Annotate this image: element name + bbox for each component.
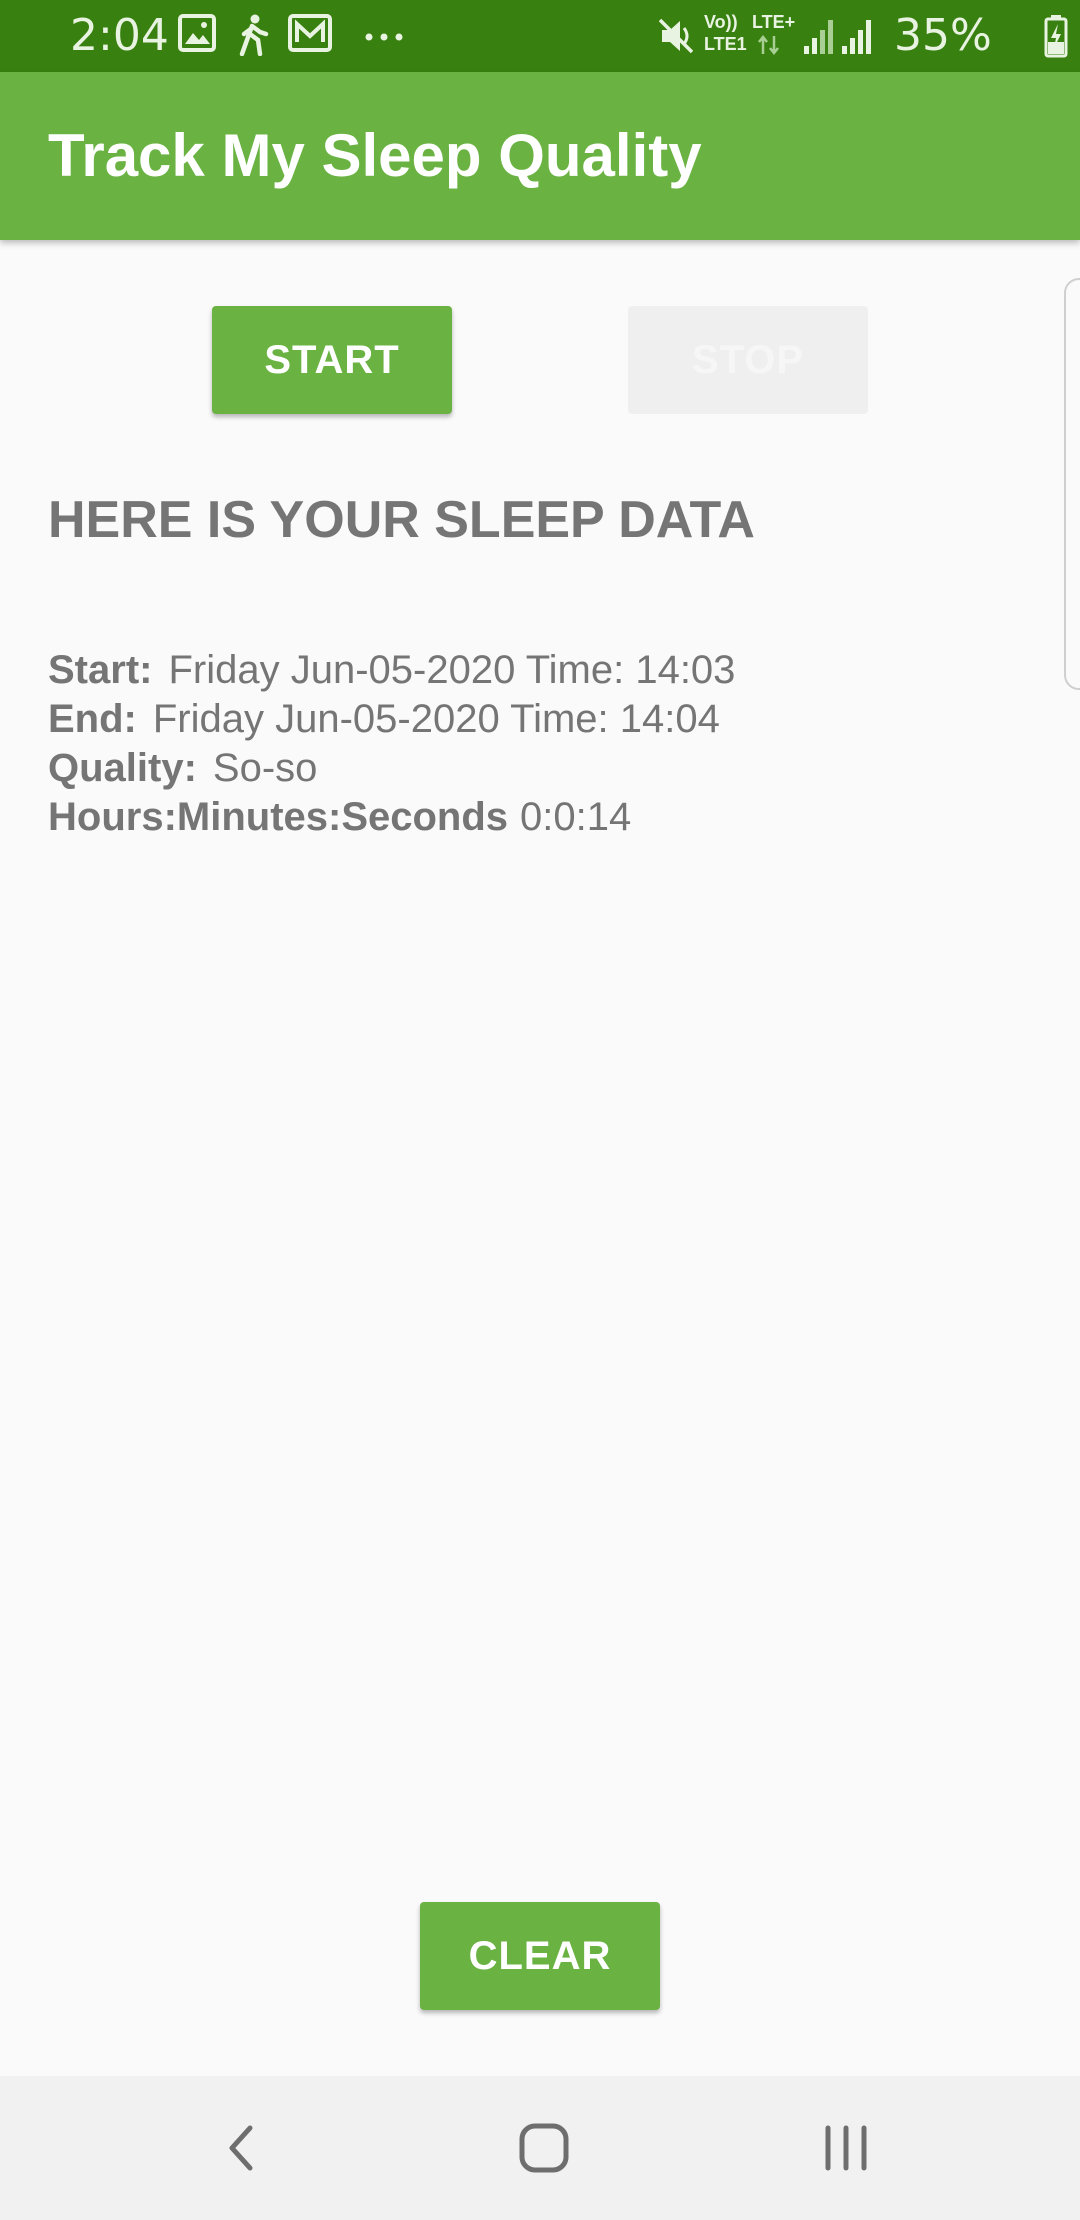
end-value: Friday Jun-05-2020 Time: 14:04: [152, 697, 720, 741]
more-icon: [365, 33, 403, 41]
sleep-data-start: Start: Friday Jun-05-2020 Time: 14:03: [48, 646, 735, 695]
signal-icon: [804, 20, 833, 54]
status-icons-right: Vo)) LTE1 LTE+: [640, 0, 1080, 72]
start-value: Friday Jun-05-2020 Time: 14:03: [168, 648, 736, 692]
quality-label: Quality:: [48, 746, 197, 790]
duration-value: 0:0:14: [520, 795, 632, 839]
walking-icon: [239, 14, 269, 56]
edge-panel-handle[interactable]: [1064, 278, 1080, 690]
navigation-bar: [0, 2076, 1080, 2220]
app-title: Track My Sleep Quality: [48, 122, 702, 189]
sleep-data-quality: Quality: So-so: [48, 744, 735, 793]
battery-percent: 35%: [894, 10, 992, 61]
signal-icon: [842, 20, 871, 54]
duration-label: Hours:Minutes:Seconds: [48, 795, 509, 839]
recents-icon[interactable]: [806, 2116, 886, 2180]
lte1-label: LTE1: [704, 34, 747, 54]
app-bar: Track My Sleep Quality: [0, 72, 1080, 240]
status-bar: 2:04 Vo)) LTE1 LTE+ 35%: [0, 0, 1080, 72]
home-icon[interactable]: [504, 2116, 584, 2180]
back-icon[interactable]: [204, 2116, 284, 2180]
image-icon: [178, 14, 216, 52]
sleep-data-block: Start: Friday Jun-05-2020 Time: 14:03 End…: [48, 646, 735, 842]
start-label: Start:: [48, 648, 153, 692]
mute-icon: [658, 18, 694, 54]
sleep-data-duration: Hours:Minutes:Seconds 0:0:14: [48, 793, 735, 842]
end-label: End:: [48, 697, 137, 741]
quality-value: So-so: [212, 746, 318, 790]
mail-icon: [288, 14, 332, 52]
sleep-data-heading: HERE IS YOUR SLEEP DATA: [48, 491, 755, 549]
data-arrows-icon: [758, 34, 779, 56]
volte-label: Vo)): [704, 12, 738, 32]
status-time: 2:04: [70, 10, 169, 61]
clear-button[interactable]: CLEAR: [420, 1902, 660, 2010]
lte-plus-label: LTE+: [752, 12, 796, 32]
start-button[interactable]: START: [212, 306, 452, 414]
battery-charging-icon: [1044, 15, 1068, 58]
stop-button[interactable]: STOP: [628, 306, 868, 414]
sleep-data-end: End: Friday Jun-05-2020 Time: 14:04: [48, 695, 735, 744]
